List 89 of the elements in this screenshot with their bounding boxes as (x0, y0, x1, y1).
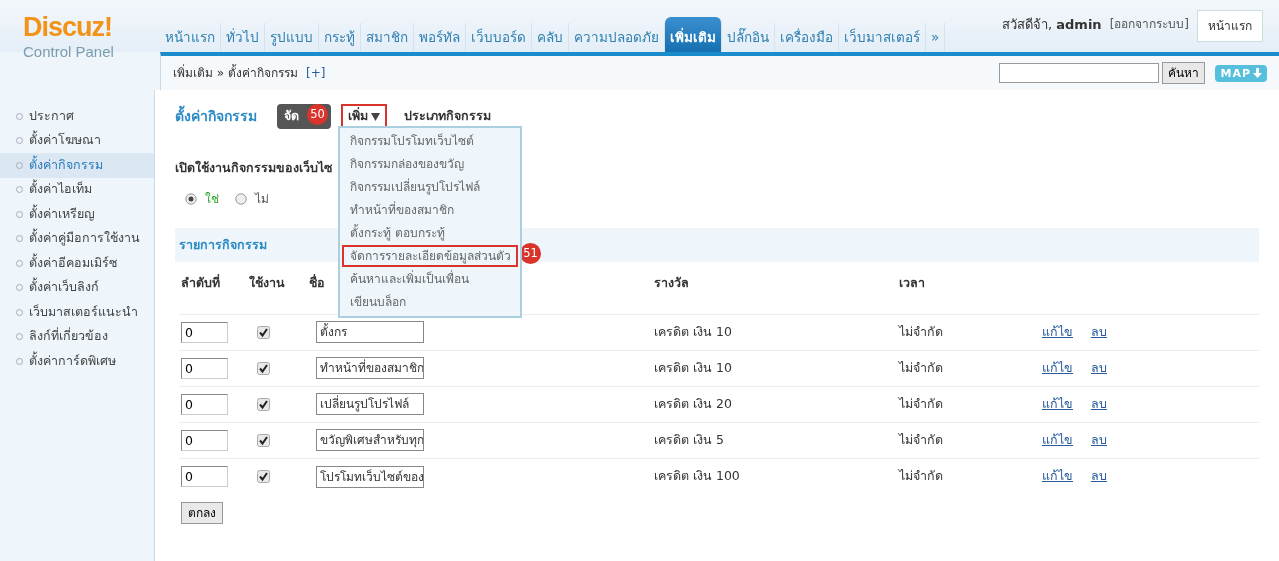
name-field[interactable]: ทำหน้าที่ของสมาชิก (316, 357, 424, 380)
delete-link[interactable]: ลบ (1091, 395, 1107, 411)
menu-item[interactable]: เขียนบล็อก (342, 291, 518, 313)
table-cell: ไม่จำกัด (899, 395, 943, 411)
table-cell: เครดิต เงิน 10 (654, 359, 732, 375)
bullet-icon (16, 210, 23, 218)
checkbox[interactable] (257, 361, 270, 375)
order-field[interactable]: 0 (181, 393, 228, 415)
edit-link[interactable]: แก้ไข (1042, 359, 1073, 375)
menu-item[interactable]: กิจกรรมกล่องของขวัญ (342, 153, 518, 175)
toolbar-tab[interactable]: ประเภทกิจกรรม (397, 104, 498, 129)
bullet-icon (16, 308, 23, 316)
bullet-icon (16, 137, 23, 145)
sidebar-item[interactable]: ตั้งค่าโฆษณา (0, 128, 154, 153)
edit-link[interactable]: แก้ไข (1042, 395, 1073, 411)
option-label: ใช่ (205, 190, 219, 208)
logo-title: Discuz! (23, 14, 114, 41)
name-field[interactable]: เปลี่ยนรูปโปรไฟล์ (316, 393, 424, 416)
order-field[interactable]: 0 (181, 321, 228, 343)
edit-link[interactable]: แก้ไข (1042, 323, 1073, 339)
option-label: ไม่ (255, 190, 269, 208)
table-cell: เครดิต เงิน 10 (654, 323, 732, 339)
checkbox[interactable] (257, 433, 270, 447)
bullet-icon (16, 161, 23, 169)
table-cell: เครดิต เงิน 5 (654, 431, 724, 447)
column-header: ลำดับที่ (181, 275, 220, 291)
nav-tab[interactable]: เพิ่มเติม (665, 16, 722, 52)
menu-item[interactable]: ทำหน้าที่ของสมาชิก (342, 199, 518, 221)
sidebar-item[interactable]: ตั้งค่าเว็บลิงก์ (0, 275, 154, 300)
bullet-icon (16, 357, 23, 365)
name-field[interactable]: ขวัญพิเศษสำหรับทุก (316, 429, 424, 452)
edit-link[interactable]: แก้ไข (1042, 468, 1073, 484)
sidebar-item[interactable]: ลิงก์ที่เกี่ยวข้อง (0, 324, 154, 349)
bullet-icon (16, 284, 23, 292)
delete-link[interactable]: ลบ (1091, 431, 1107, 447)
delete-link[interactable]: ลบ (1091, 323, 1107, 339)
checkbox[interactable] (257, 397, 270, 411)
checkbox[interactable] (257, 470, 270, 484)
bullet-icon (16, 333, 23, 341)
search-field[interactable] (999, 63, 1160, 83)
table-cell: ไม่จำกัด (899, 468, 943, 484)
sidebar-item[interactable]: ตั้งค่ากิจกรรม (0, 153, 154, 178)
order-field[interactable]: 0 (181, 357, 228, 379)
table-cell: เครดิต เงิน 100 (654, 468, 740, 484)
order-field[interactable]: 0 (181, 429, 228, 451)
sidebar-item[interactable]: ตั้งค่าการ์ดพิเศษ (0, 349, 154, 374)
sidebar-item[interactable]: ตั้งค่าไอเท็ม (0, 177, 154, 202)
menu-item[interactable]: กิจกรรมโปรโมทเว็บไซต์ (342, 130, 518, 152)
sidebar-item[interactable]: ตั้งค่าเหรียญ (0, 202, 154, 227)
add-link[interactable]: [+] (306, 64, 326, 82)
breadcrumb-text: เพิ่มเติม » ตั้งค่ากิจกรรม (173, 64, 298, 82)
bullet-icon (16, 186, 23, 194)
delete-link[interactable]: ลบ (1091, 359, 1107, 375)
delete-link[interactable]: ลบ (1091, 468, 1107, 484)
logo-subtitle: Control Panel (23, 43, 115, 60)
submit-button[interactable]: ตกลง (181, 502, 223, 525)
menu-item[interactable]: กิจกรรมเปลี่ยนรูปโปรไฟล์ (342, 176, 518, 198)
table-cell: ไม่จำกัด (899, 323, 943, 339)
table-cell: ไม่จำกัด (899, 431, 943, 447)
column-header: ใช้งาน (249, 275, 285, 291)
greeting-text: สวัสดีจ้า, admin (1002, 16, 1102, 34)
menu-item[interactable]: จัดการรายละเอียดข้อมูลส่วนตัว (342, 245, 518, 267)
column-header: ชื่อ (309, 275, 325, 291)
logout-link[interactable]: [ออกจากระบบ] (1109, 10, 1189, 33)
sidebar-item[interactable]: ตั้งค่าอีคอมเมิร์ซ (0, 251, 154, 276)
checkbox[interactable] (257, 325, 270, 339)
page-title: ตั้งค่ากิจกรรม (175, 105, 257, 126)
column-header: เวลา (899, 275, 925, 291)
bullet-icon (16, 259, 23, 267)
bullet-icon (16, 112, 23, 120)
order-field[interactable]: 0 (181, 466, 228, 487)
down-arrow-icon (1253, 68, 1262, 78)
table-cell: ไม่จำกัด (899, 359, 943, 375)
table-cell: เครดิต เงิน 20 (654, 395, 732, 411)
menu-item[interactable]: ตั้งกระทู้ ตอบกระทู้ (342, 222, 518, 244)
edit-link[interactable]: แก้ไข (1042, 431, 1073, 447)
name-field[interactable]: โปรโมทเว็บไซต์ของ (316, 465, 424, 488)
column-header: รางวัล (654, 275, 689, 291)
home-button[interactable]: หน้าแรก (1197, 10, 1263, 42)
setting-label: เปิดใช้งานกิจกรรมของเว็บไซ (175, 158, 332, 177)
search-button[interactable]: คันหา (1162, 62, 1206, 84)
radio-button[interactable] (185, 192, 197, 205)
radio-button[interactable] (235, 192, 247, 205)
name-field[interactable]: ตั้งกร (316, 321, 424, 344)
sidebar-item[interactable]: เว็บมาสเตอร์แนะนำ (0, 300, 154, 325)
sidebar-item[interactable]: ประกาศ (0, 104, 154, 129)
menu-item[interactable]: ค้นหาและเพิ่มเป็นเพื่อน (342, 268, 518, 290)
bullet-icon (16, 235, 23, 243)
sidebar-item[interactable]: ตั้งค่าคู่มือการใช้งาน (0, 226, 154, 251)
